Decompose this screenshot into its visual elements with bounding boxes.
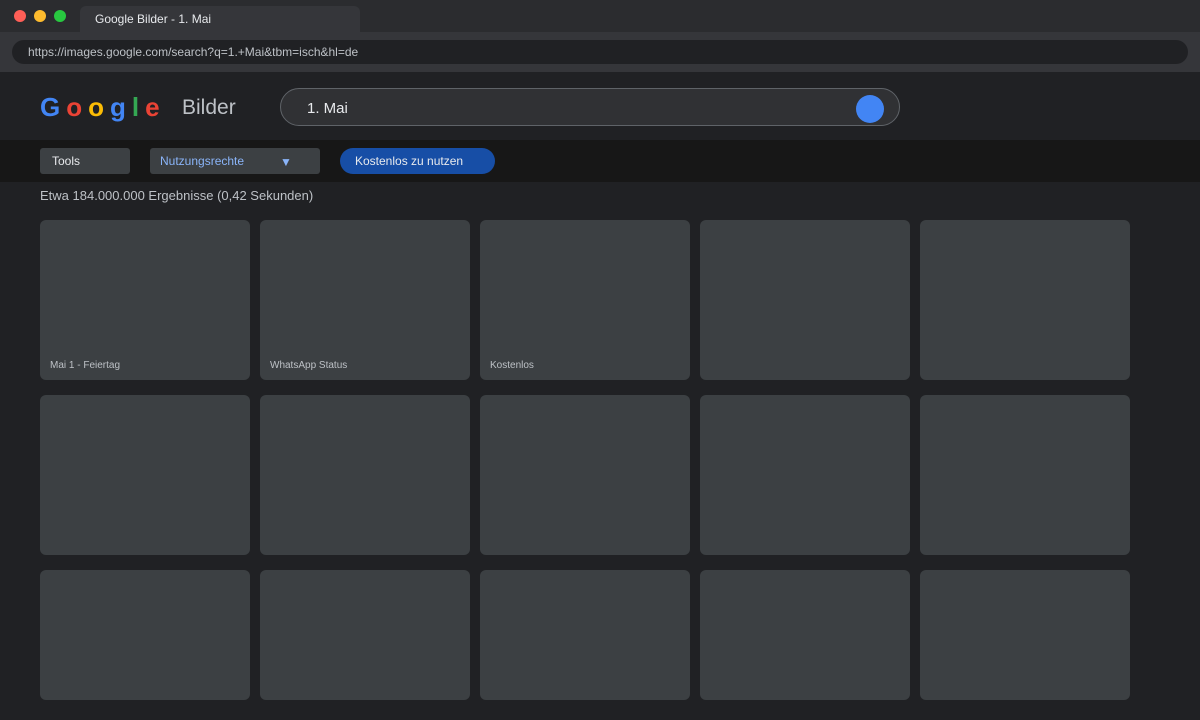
image-result-tile[interactable] bbox=[260, 395, 470, 555]
free-to-use-chip[interactable]: Kostenlos zu nutzen bbox=[340, 148, 495, 174]
zoom-window-button[interactable] bbox=[54, 10, 66, 22]
image-result-tile[interactable] bbox=[700, 570, 910, 700]
image-result-tile[interactable] bbox=[260, 570, 470, 700]
chevron-down-icon: ▼ bbox=[280, 155, 292, 169]
address-bar: https://images.google.com/search?q=1.+Ma… bbox=[0, 32, 1200, 72]
image-result-tile[interactable] bbox=[40, 570, 250, 700]
image-result-tile[interactable] bbox=[920, 220, 1130, 380]
browser-tab[interactable]: Google Bilder - 1. Mai bbox=[80, 6, 360, 32]
image-caption: Mai 1 - Feiertag bbox=[50, 360, 121, 371]
usage-rights-label: Nutzungsrechte bbox=[160, 154, 245, 168]
image-result-tile[interactable] bbox=[40, 395, 250, 555]
result-stats: Etwa 184.000.000 Ergebnisse (0,42 Sekund… bbox=[40, 188, 314, 203]
logo-letter: l bbox=[131, 92, 146, 122]
logo-letter: G bbox=[40, 92, 67, 122]
image-caption: WhatsApp Status bbox=[270, 360, 348, 371]
google-logo[interactable]: Google bbox=[40, 92, 166, 122]
tools-button[interactable]: Tools bbox=[40, 148, 130, 174]
url-field[interactable]: https://images.google.com/search?q=1.+Ma… bbox=[12, 40, 1188, 64]
image-result-tile[interactable] bbox=[700, 220, 910, 380]
image-result-tile[interactable] bbox=[480, 570, 690, 700]
logo-letter: g bbox=[110, 92, 132, 122]
logo-letter: e bbox=[145, 92, 166, 122]
logo-letter: o bbox=[66, 92, 89, 122]
image-result-tile[interactable] bbox=[920, 570, 1130, 700]
tab-title: Google Bilder - 1. Mai bbox=[95, 12, 212, 26]
logo-suffix: Bilder bbox=[182, 96, 236, 119]
search-box[interactable] bbox=[280, 88, 900, 126]
search-header: Google Bilder bbox=[0, 72, 1200, 140]
image-result-tile[interactable]: WhatsApp Status bbox=[260, 220, 470, 380]
window-titlebar: Google Bilder - 1. Mai bbox=[0, 0, 1200, 32]
filter-toolbar: Tools Nutzungsrechte ▼ Kostenlos zu nutz… bbox=[0, 140, 1200, 182]
image-result-tile[interactable]: Kostenlos bbox=[480, 220, 690, 380]
image-results-grid: Mai 1 - Feiertag WhatsApp Status Kostenlos bbox=[40, 220, 1160, 700]
image-result-tile[interactable] bbox=[480, 395, 690, 555]
image-result-tile[interactable]: Mai 1 - Feiertag bbox=[40, 220, 250, 380]
image-result-tile[interactable] bbox=[920, 395, 1130, 555]
close-window-button[interactable] bbox=[14, 10, 26, 22]
usage-rights-dropdown[interactable]: Nutzungsrechte ▼ bbox=[150, 148, 320, 174]
logo-letter: o bbox=[88, 92, 111, 122]
search-input[interactable] bbox=[305, 97, 849, 119]
minimize-window-button[interactable] bbox=[34, 10, 46, 22]
search-button[interactable] bbox=[856, 95, 884, 123]
image-result-tile[interactable] bbox=[700, 395, 910, 555]
image-caption: Kostenlos bbox=[490, 360, 534, 371]
